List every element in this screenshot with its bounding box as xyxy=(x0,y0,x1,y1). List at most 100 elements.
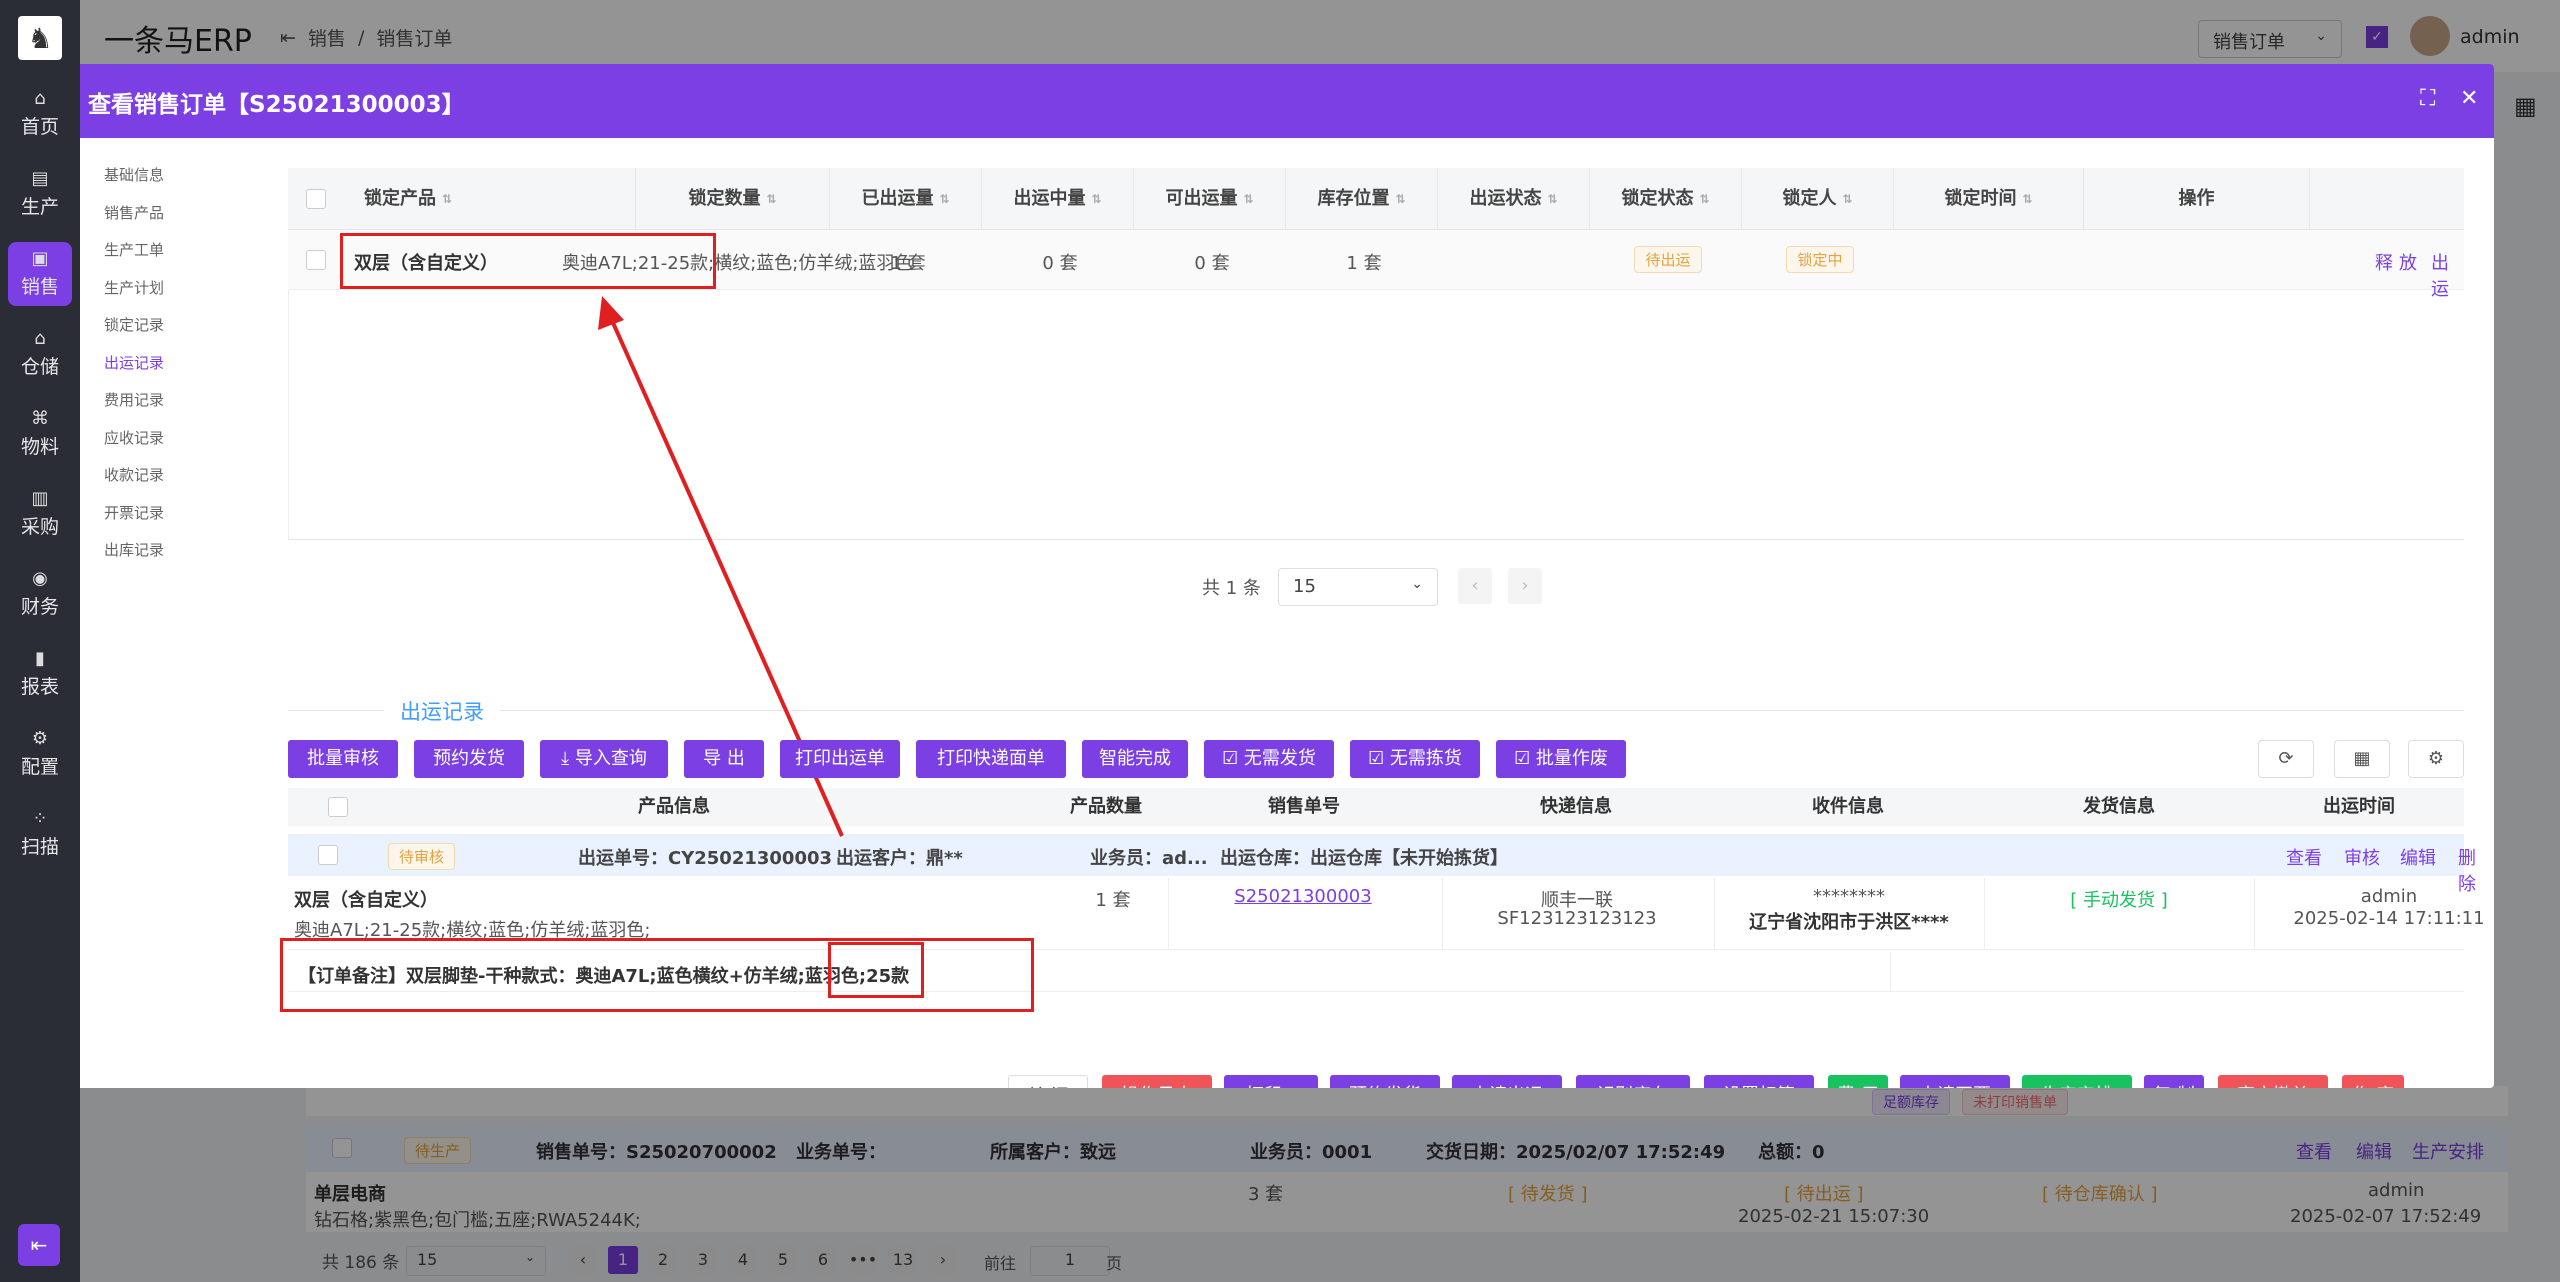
material-icon: ⌘ xyxy=(31,407,49,429)
sidebar-item-2[interactable]: ▣ 销售 xyxy=(8,242,72,306)
lock-page-size-select[interactable]: 15 ⌄ xyxy=(1278,568,1438,606)
toolbar-button-3[interactable]: 导 出 xyxy=(684,740,764,778)
sort-icon[interactable]: ⇅ xyxy=(766,193,776,205)
sort-icon[interactable]: ⇅ xyxy=(2022,193,2032,205)
fullscreen-icon[interactable]: ⛶ xyxy=(2420,86,2435,111)
lock-col-header-1[interactable]: 锁定数量 ⇅ xyxy=(636,168,830,230)
close-icon[interactable]: ✕ xyxy=(2460,86,2478,111)
lock-col-header-7[interactable]: 锁定状态 ⇅ xyxy=(1590,168,1742,230)
lock-col-header-4[interactable]: 可出运量 ⇅ xyxy=(1134,168,1286,230)
toolbar-button-4[interactable]: 打印出运单 xyxy=(780,740,900,778)
subnav-item-10[interactable]: 出库记录 xyxy=(104,539,264,560)
sort-icon[interactable]: ⇅ xyxy=(1699,193,1709,205)
lock-col-label: 出运状态 xyxy=(1469,188,1542,209)
footer-button-9[interactable]: 生产安排 xyxy=(2022,1075,2132,1088)
release-link[interactable]: 释放 xyxy=(2375,249,2423,275)
horse-logo-icon[interactable]: ♞ xyxy=(18,16,62,60)
sort-icon[interactable]: ⇅ xyxy=(1395,193,1405,205)
toolbar-button-6[interactable]: 智能完成 xyxy=(1082,740,1188,778)
ship-no: 出运单号：CY25021300003 xyxy=(578,848,833,869)
subnav-item-7[interactable]: 应收记录 xyxy=(104,427,264,448)
sort-icon[interactable]: ⇅ xyxy=(1842,193,1852,205)
lock-status-tag: 锁定中 xyxy=(1786,246,1854,273)
subnav-item-0[interactable]: 基础信息 xyxy=(104,164,264,185)
lock-col-header-5[interactable]: 库存位置 ⇅ xyxy=(1286,168,1438,230)
footer-button-8[interactable]: 申请开票 xyxy=(1900,1075,2010,1088)
lock-col-header-9[interactable]: 锁定时间 ⇅ xyxy=(1894,168,2084,230)
section-divider xyxy=(288,710,2464,711)
lock-select-all-checkbox[interactable] xyxy=(306,189,326,209)
footer-button-12[interactable]: 作 废 xyxy=(2342,1075,2404,1088)
footer-button-5[interactable]: 识别库存 xyxy=(1576,1075,1690,1088)
lock-col-header-0[interactable]: 锁定产品 ⇅ xyxy=(344,168,636,230)
ship-edit-link[interactable]: 编辑 xyxy=(2400,844,2436,870)
sidebar-item-1[interactable]: ▤ 生产 xyxy=(0,162,80,226)
footer-button-10[interactable]: 复 制 xyxy=(2144,1075,2204,1088)
settings-icon[interactable]: ⚙ xyxy=(2408,740,2464,778)
footer-button-4[interactable]: 申请出运 xyxy=(1452,1075,1562,1088)
sort-icon[interactable]: ⇅ xyxy=(442,193,452,205)
lock-col-header-3[interactable]: 出运中量 ⇅ xyxy=(982,168,1134,230)
refresh-icon[interactable]: ⟳ xyxy=(2258,740,2314,778)
subnav-item-4[interactable]: 锁定记录 xyxy=(104,314,264,335)
subnav-item-3[interactable]: 生产计划 xyxy=(104,277,264,298)
prev-page-button[interactable]: ‹ xyxy=(1458,568,1492,604)
ship-order-link[interactable]: S25021300003 xyxy=(1168,886,1438,907)
footer-button-1[interactable]: 操作日志 xyxy=(1102,1075,1212,1088)
next-page-button[interactable]: › xyxy=(1508,568,1542,604)
sidebar-item-label: 仓储 xyxy=(20,355,59,378)
sidebar-item-label: 生产 xyxy=(20,195,59,218)
sidebar-item-3[interactable]: ⌂ 仓储 xyxy=(0,322,80,386)
toolbar-button-7[interactable]: ☑ 无需发货 xyxy=(1204,740,1334,778)
sort-icon[interactable]: ⇅ xyxy=(1243,193,1253,205)
footer-button-7[interactable]: 费 用 xyxy=(1828,1075,1888,1088)
sort-icon[interactable]: ⇅ xyxy=(939,193,949,205)
subnav-item-1[interactable]: 销售产品 xyxy=(104,202,264,223)
subnav-item-2[interactable]: 生产工单 xyxy=(104,239,264,260)
toolbar-button-label: 导 出 xyxy=(703,748,745,769)
footer-button-6[interactable]: 设置标签 xyxy=(1704,1075,1814,1088)
toolbar-button-1[interactable]: 预约发货 xyxy=(414,740,524,778)
sidebar-item-0[interactable]: ⌂ 首页 xyxy=(0,82,80,146)
subnav-item-9[interactable]: 开票记录 xyxy=(104,502,264,523)
ship-row-checkbox[interactable] xyxy=(318,845,338,865)
ship-customer: 出运客户：鼎** xyxy=(836,848,963,869)
purchase-icon: ▥ xyxy=(31,487,49,509)
toolbar-button-9[interactable]: ☑ 批量作废 xyxy=(1496,740,1626,778)
lock-col-header-2[interactable]: 已出运量 ⇅ xyxy=(830,168,982,230)
sort-icon[interactable]: ⇅ xyxy=(1547,193,1557,205)
sort-icon[interactable]: ⇅ xyxy=(1091,193,1101,205)
footer-button-3[interactable]: 预约发货 xyxy=(1330,1075,1440,1088)
ship-delivery: [ 手动发货 ] xyxy=(2070,890,2168,911)
sidebar-item-label: 首页 xyxy=(20,115,59,138)
subnav-item-6[interactable]: 费用记录 xyxy=(104,389,264,410)
footer-button-11[interactable]: 客户撤单 xyxy=(2218,1075,2328,1088)
sidebar-collapse-button[interactable]: ⇤ xyxy=(18,1224,60,1266)
ship-col-header-4: 收件信息 xyxy=(1812,796,1884,817)
sidebar-item-8[interactable]: ⚙ 配置 xyxy=(0,722,80,786)
ship-audit-link[interactable]: 审核 xyxy=(2344,844,2380,870)
toolbar-button-8[interactable]: ☑ 无需拣货 xyxy=(1350,740,1480,778)
lock-col-label: 锁定状态 xyxy=(1621,188,1694,209)
sidebar-item-9[interactable]: ⁘ 扫描 xyxy=(0,802,80,866)
toolbar-button-5[interactable]: 打印快递面单 xyxy=(916,740,1066,778)
toolbar-button-label: 批量作废 xyxy=(1535,748,1608,769)
subnav-item-5[interactable]: 出运记录 xyxy=(104,352,264,373)
footer-button-0[interactable]: 关 闭 xyxy=(1008,1075,1088,1088)
columns-icon[interactable]: ▦ xyxy=(2334,740,2390,778)
toolbar-button-0[interactable]: 批量审核 xyxy=(288,740,398,778)
footer-button-2[interactable]: 打印 ▴ xyxy=(1224,1075,1318,1088)
toolbar-button-2[interactable]: ⤓ 导入查询 xyxy=(540,740,668,778)
lock-row-checkbox[interactable] xyxy=(306,250,326,270)
ship-view-link[interactable]: 查看 xyxy=(2286,844,2322,870)
sidebar-item-4[interactable]: ⌘ 物料 xyxy=(0,402,80,466)
sidebar-item-6[interactable]: ◉ 财务 xyxy=(0,562,80,626)
ship-col-header-5: 发货信息 xyxy=(2083,796,2155,817)
toolbar-button-label: 批量审核 xyxy=(307,748,379,769)
sidebar-item-5[interactable]: ▥ 采购 xyxy=(0,482,80,546)
sidebar-item-7[interactable]: ▮ 报表 xyxy=(0,642,80,706)
subnav-item-8[interactable]: 收款记录 xyxy=(104,464,264,485)
checkbox-icon: ⤓ xyxy=(561,748,575,769)
lock-col-header-6[interactable]: 出运状态 ⇅ xyxy=(1438,168,1590,230)
lock-col-header-8[interactable]: 锁定人 ⇅ xyxy=(1742,168,1894,230)
